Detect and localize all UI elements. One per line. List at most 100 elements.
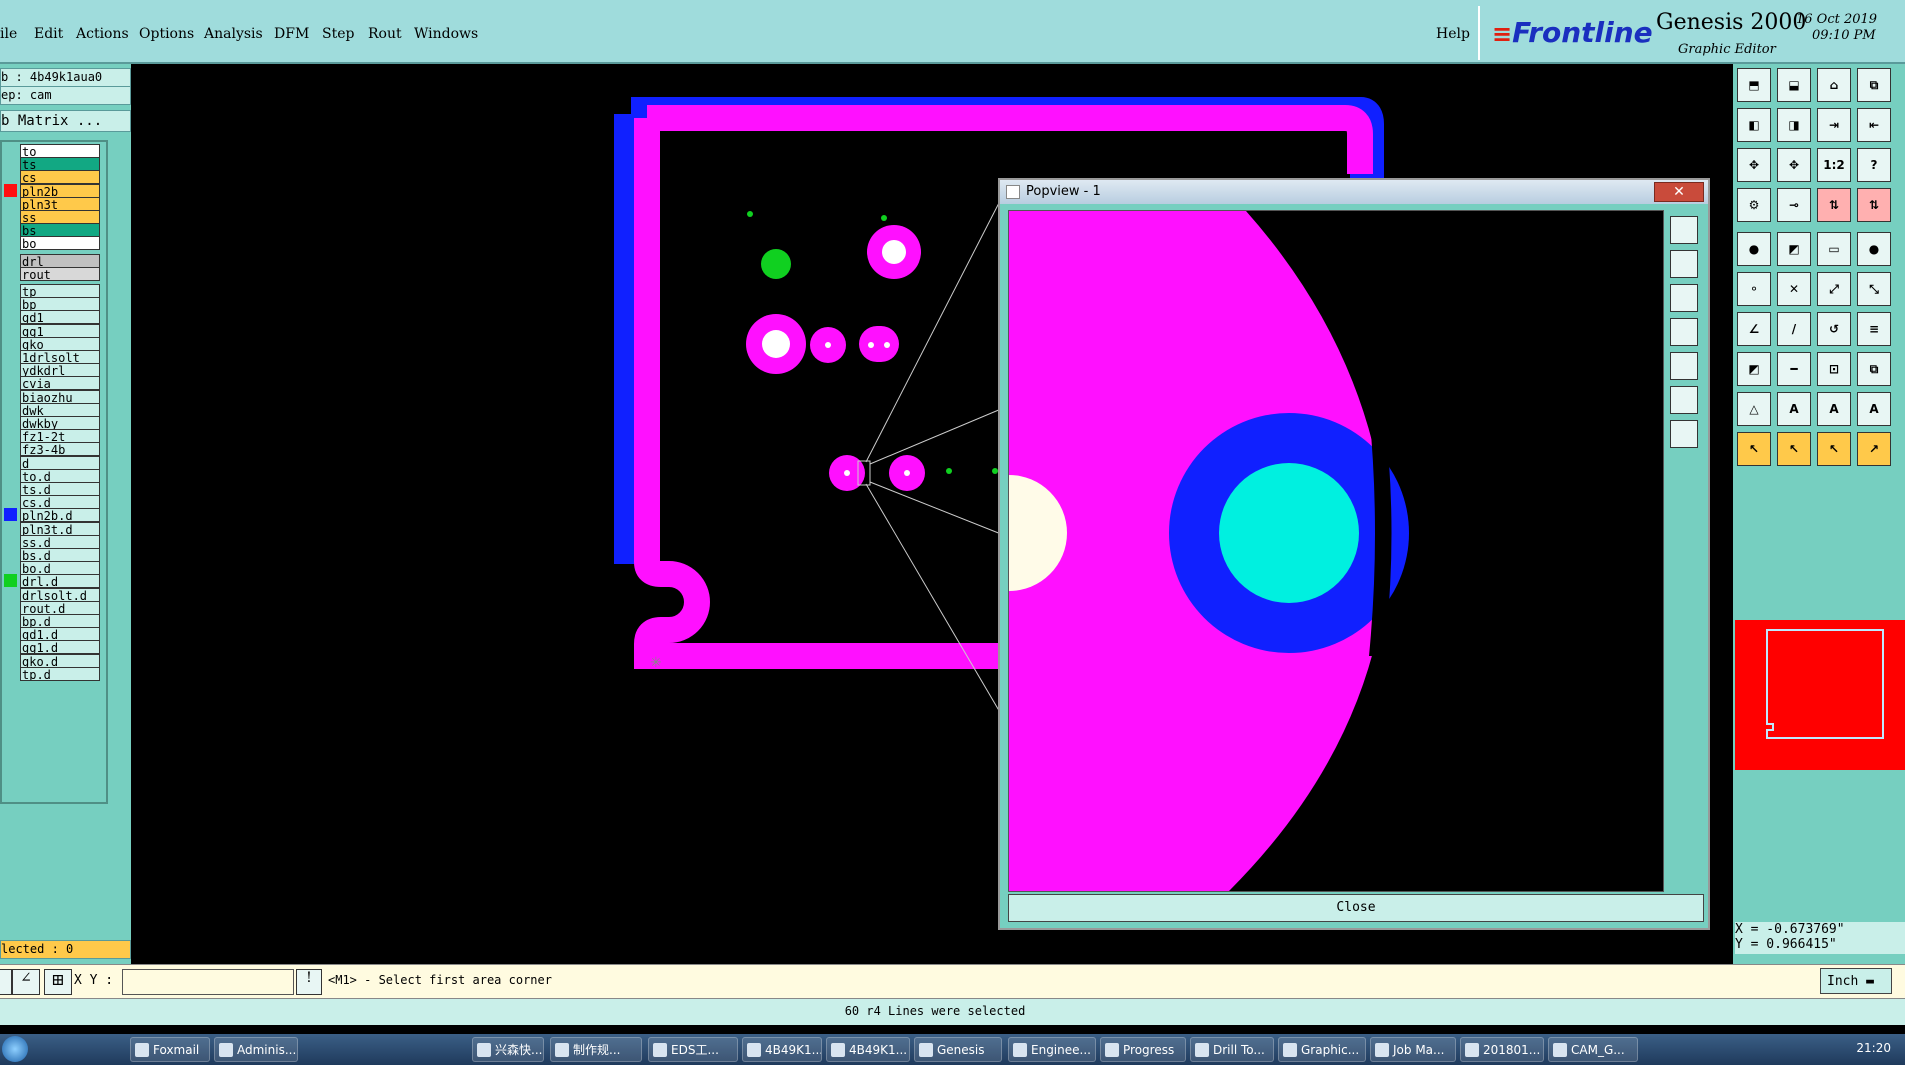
- line-b-icon[interactable]: ⤡: [1857, 272, 1891, 306]
- popview-expand-icon[interactable]: [1670, 386, 1698, 414]
- flip-b-icon[interactable]: ⇅: [1857, 188, 1891, 222]
- grid-icon[interactable]: ⊞: [44, 969, 72, 995]
- popview-zoom-fit-icon[interactable]: [1670, 216, 1698, 244]
- layer-row[interactable]: rout: [20, 266, 100, 281]
- slash-icon[interactable]: /: [1777, 312, 1811, 346]
- overview-map[interactable]: [1735, 620, 1905, 770]
- text-a-icon[interactable]: A: [1777, 392, 1811, 426]
- popview-close-button[interactable]: Close: [1008, 894, 1704, 922]
- dot-icon[interactable]: ●: [1857, 232, 1891, 266]
- layer-row[interactable]: cvia: [20, 376, 100, 391]
- layer-row[interactable]: ss: [20, 210, 100, 224]
- layer-row[interactable]: dwk: [20, 402, 100, 417]
- layer-row[interactable]: tp: [20, 284, 100, 298]
- help-icon[interactable]: ?: [1857, 148, 1891, 182]
- layer-row[interactable]: gko: [20, 336, 100, 351]
- layer-row[interactable]: to.d: [20, 468, 100, 483]
- undo-icon[interactable]: ↺: [1817, 312, 1851, 346]
- layer-row[interactable]: gd1: [20, 310, 100, 325]
- taskbar-item[interactable]: Genesis: [914, 1037, 1002, 1062]
- layer-row[interactable]: ss.d: [20, 534, 100, 549]
- ruler-icon[interactable]: ▭: [1817, 232, 1851, 266]
- layer-row[interactable]: ydkdrl: [20, 363, 100, 378]
- show-icon[interactable]: ⇤: [1857, 108, 1891, 142]
- layer-row[interactable]: fz3-4b: [20, 442, 100, 457]
- tri-a-icon[interactable]: △: [1737, 392, 1771, 426]
- layer-row[interactable]: pln3t: [20, 196, 100, 211]
- menu-analysis[interactable]: Analysis: [204, 26, 263, 42]
- home-icon[interactable]: ⌂: [1817, 68, 1851, 102]
- layer-row[interactable]: cs.d: [20, 495, 100, 510]
- layer-row[interactable]: gg1.d: [20, 640, 100, 655]
- tool-button[interactable]: [0, 969, 12, 995]
- net-icon[interactable]: ⊡: [1817, 352, 1851, 386]
- layer-row[interactable]: ts.d: [20, 482, 100, 496]
- cross-icon[interactable]: ✕: [1777, 272, 1811, 306]
- layer-row[interactable]: rout.d: [20, 600, 100, 615]
- popview-titlebar[interactable]: Popview - 1 ✕: [1000, 180, 1708, 204]
- popview-pan-right-icon[interactable]: [1670, 352, 1698, 380]
- taskbar-item[interactable]: 制作规...: [550, 1037, 642, 1062]
- line-icon[interactable]: ━: [1777, 352, 1811, 386]
- pointer-c-icon[interactable]: ↖: [1817, 432, 1851, 466]
- download-icon[interactable]: ⬓: [1777, 68, 1811, 102]
- copy-icon[interactable]: ⧉: [1857, 352, 1891, 386]
- nodes-icon[interactable]: ⚬: [1737, 272, 1771, 306]
- xy-input[interactable]: [122, 969, 294, 995]
- taskbar-item[interactable]: Job Ma...: [1370, 1037, 1456, 1062]
- layer-row[interactable]: pln3t.d: [20, 521, 100, 536]
- layer-row[interactable]: pln2b.d: [20, 508, 100, 523]
- text-b-icon[interactable]: A: [1817, 392, 1851, 426]
- taskbar-item[interactable]: Enginee...: [1008, 1037, 1096, 1062]
- angle-icon[interactable]: ∠: [12, 969, 40, 995]
- window-icon[interactable]: ⧉: [1857, 68, 1891, 102]
- measure-icon[interactable]: ⊸: [1777, 188, 1811, 222]
- color-icon[interactable]: ◩: [1777, 232, 1811, 266]
- pointer-a-icon[interactable]: ↖: [1737, 432, 1771, 466]
- taskbar-item[interactable]: Adminis...: [214, 1037, 298, 1062]
- taskbar-item[interactable]: 4B49K1...: [826, 1037, 910, 1062]
- layer-row[interactable]: to: [20, 144, 100, 158]
- popview-canvas[interactable]: [1008, 210, 1664, 892]
- layer-list[interactable]: to ts cs pln2b pln3t ss bs bo drl rout tp bp gd1 gg1 g…: [0, 140, 108, 804]
- layer-row[interactable]: dwkby: [20, 416, 100, 430]
- layer-row[interactable]: biaozhu: [20, 389, 100, 404]
- fit-icon[interactable]: ✥: [1737, 148, 1771, 182]
- menu-edit[interactable]: Edit: [34, 26, 63, 42]
- layer-row[interactable]: ts: [20, 157, 100, 172]
- layer-row[interactable]: drlsolt.d: [20, 587, 100, 602]
- popview-zoom-out-icon[interactable]: [1670, 284, 1698, 312]
- hide-icon[interactable]: ⇥: [1817, 108, 1851, 142]
- unit-select[interactable]: Inch ▬: [1820, 968, 1892, 994]
- layer-row[interactable]: drl.d: [20, 574, 100, 589]
- taskbar-item[interactable]: CAM_G...: [1548, 1037, 1638, 1062]
- zoom-icon[interactable]: ✥: [1777, 148, 1811, 182]
- zoom-ratio-icon[interactable]: 1:2: [1817, 148, 1851, 182]
- right-icon[interactable]: ◨: [1777, 108, 1811, 142]
- layer-row[interactable]: bs.d: [20, 548, 100, 562]
- taskbar-item[interactable]: 兴森快...: [472, 1037, 544, 1062]
- popview-close-x-button[interactable]: ✕: [1654, 182, 1704, 202]
- layer-row[interactable]: tp.d: [20, 666, 100, 681]
- layer-row[interactable]: gg1: [20, 323, 100, 338]
- job-matrix-button[interactable]: b Matrix ...: [0, 110, 131, 132]
- layer-row[interactable]: bo: [20, 236, 100, 251]
- menu-dfm[interactable]: DFM: [274, 26, 309, 42]
- menu-file[interactable]: ile: [0, 26, 17, 42]
- layer-row[interactable]: bs: [20, 223, 100, 238]
- left-icon[interactable]: ◧: [1737, 108, 1771, 142]
- layer-row[interactable]: gd1.d: [20, 627, 100, 642]
- layer-row[interactable]: drl: [20, 253, 100, 268]
- pointer-b-icon[interactable]: ↖: [1777, 432, 1811, 466]
- text-c-icon[interactable]: A: [1857, 392, 1891, 426]
- taskbar-item[interactable]: 4B49K1...: [742, 1037, 822, 1062]
- taskbar-item[interactable]: Foxmail: [130, 1037, 210, 1062]
- snap-icon[interactable]: ◩: [1737, 352, 1771, 386]
- layer-row[interactable]: bp: [20, 297, 100, 312]
- popview-pan-left-icon[interactable]: [1670, 318, 1698, 346]
- layer-row[interactable]: bp.d: [20, 614, 100, 628]
- taskbar-item[interactable]: EDS工...: [648, 1037, 738, 1062]
- menu-step[interactable]: Step: [322, 26, 354, 42]
- angle-icon[interactable]: ∠: [1737, 312, 1771, 346]
- taskbar-item[interactable]: 201801...: [1460, 1037, 1544, 1062]
